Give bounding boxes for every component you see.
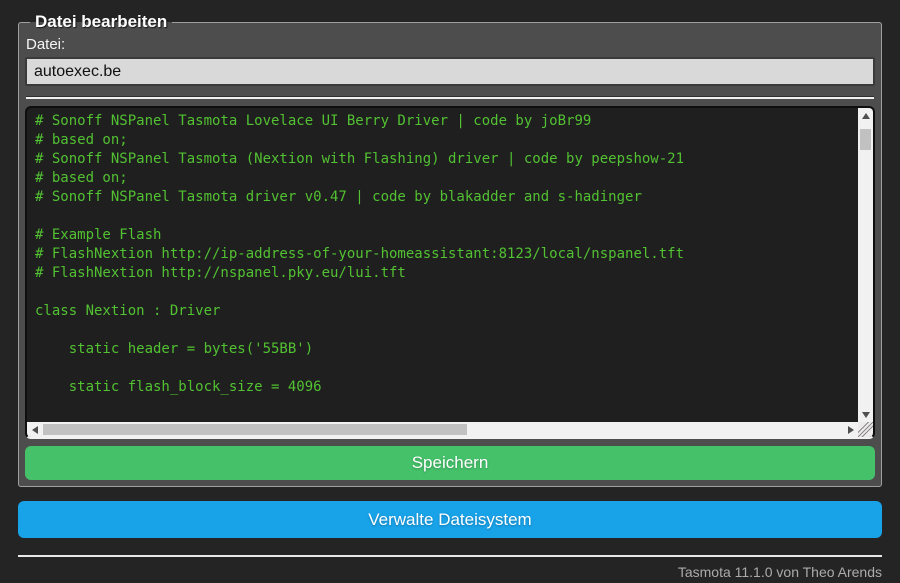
manage-filesystem-button[interactable]: Verwalte Dateisystem	[18, 501, 882, 538]
scroll-left-button[interactable]	[27, 422, 42, 437]
vertical-scrollbar[interactable]	[858, 108, 873, 422]
edit-file-fieldset: Datei bearbeiten Datei: # Sonoff NSPanel…	[18, 12, 882, 487]
divider	[26, 96, 874, 99]
vertical-scrollbar-thumb[interactable]	[860, 129, 871, 150]
footer: Tasmota 11.1.0 von Theo Arends	[18, 555, 882, 580]
scroll-right-button[interactable]	[843, 422, 858, 437]
save-button[interactable]: Speichern	[25, 446, 875, 480]
horizontal-scrollbar-thumb[interactable]	[43, 424, 467, 435]
file-content-textarea[interactable]: # Sonoff NSPanel Tasmota Lovelace UI Ber…	[27, 108, 858, 422]
scroll-down-icon	[861, 411, 870, 418]
scroll-down-button[interactable]	[858, 407, 873, 422]
resize-grip-icon[interactable]	[858, 422, 873, 437]
scroll-up-button[interactable]	[858, 108, 873, 123]
file-name-label: Datei:	[26, 36, 66, 53]
file-content-editor[interactable]: # Sonoff NSPanel Tasmota Lovelace UI Ber…	[25, 106, 875, 439]
horizontal-scrollbar[interactable]	[27, 422, 858, 437]
file-name-input[interactable]	[25, 57, 875, 86]
scroll-left-icon	[31, 425, 38, 434]
scroll-up-icon	[861, 112, 870, 119]
page: Datei bearbeiten Datei: # Sonoff NSPanel…	[0, 12, 900, 583]
scroll-right-icon	[847, 425, 854, 434]
footer-version: Tasmota 11.1.0 von Theo Arends	[677, 564, 882, 580]
edit-file-legend: Datei bearbeiten	[35, 12, 168, 31]
